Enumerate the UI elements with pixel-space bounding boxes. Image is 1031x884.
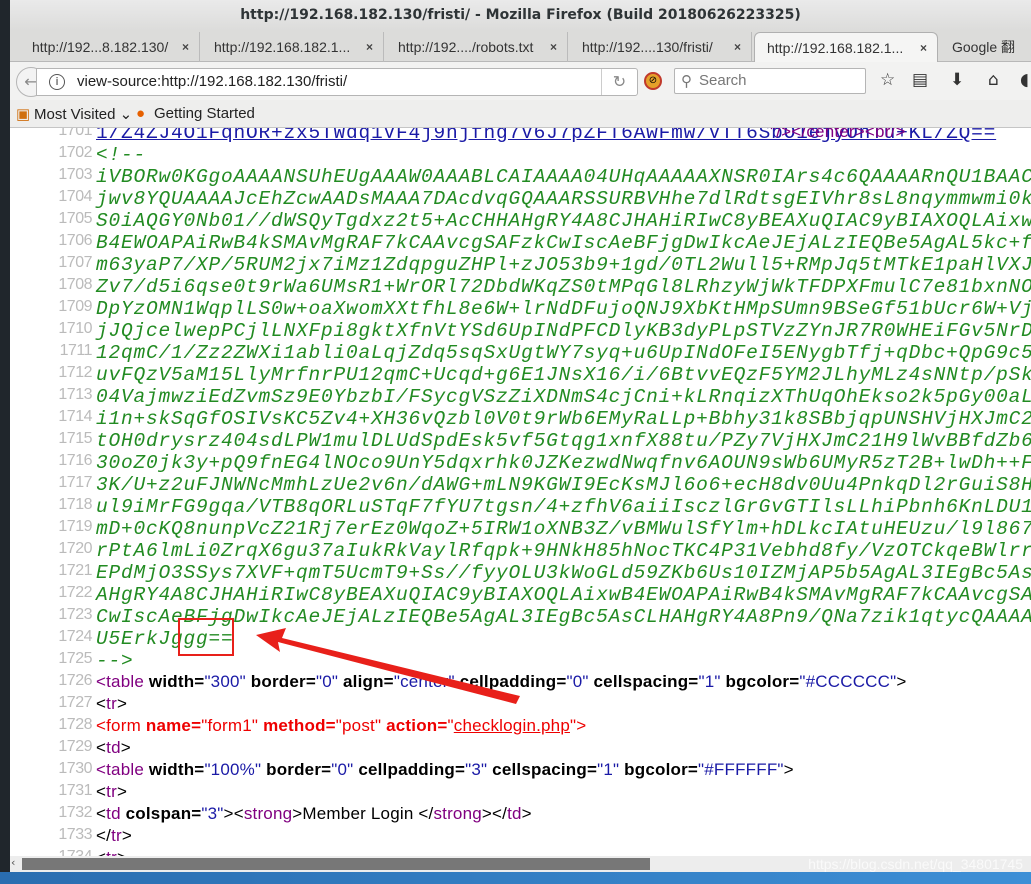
firefox-window: http://192.168.182.130/fristi/ - Mozilla… xyxy=(10,0,1031,872)
desktop-taskbar xyxy=(0,872,1031,884)
annotation-arrow xyxy=(256,628,520,704)
